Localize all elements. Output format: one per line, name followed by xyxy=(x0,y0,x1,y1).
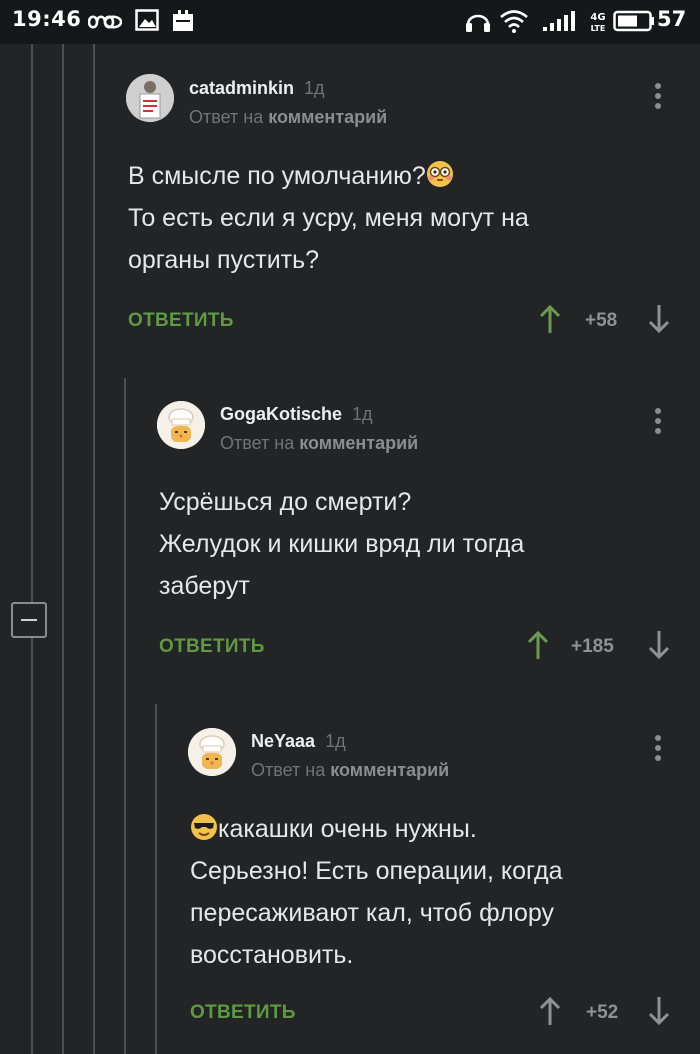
comment-line: То есть если я усру, меня могут на xyxy=(128,204,529,232)
reply-to-line: Ответ на комментарий xyxy=(220,433,418,454)
comment-line: Усрёшься до смерти? xyxy=(159,488,412,516)
user-photo-avatar-icon xyxy=(126,74,174,122)
username[interactable]: GogaKotische 1д xyxy=(220,404,373,425)
comment-body: какашки очень нужны. Серьезно! Есть опер… xyxy=(190,808,563,976)
status-bar: 19:46 4G LTE 57 xyxy=(0,0,700,44)
headphones-icon xyxy=(466,14,490,32)
infinity-icon xyxy=(88,15,122,29)
reply-button[interactable]: ОТВЕТИТЬ xyxy=(190,1002,296,1024)
upvote-arrow-icon[interactable] xyxy=(538,996,562,1026)
signal-bars-icon xyxy=(543,11,575,31)
flushed-face-emoji-icon xyxy=(426,161,453,187)
reply-prefix: Ответ на xyxy=(251,760,326,780)
svg-text:4G: 4G xyxy=(590,12,605,23)
chef-cat-avatar-icon xyxy=(157,401,205,449)
username-text[interactable]: catadminkin xyxy=(189,78,294,98)
thread-line-2 xyxy=(62,44,64,1054)
comment-body: В смысле по умолчанию? То есть если я ус… xyxy=(128,155,529,281)
username-text[interactable]: NeYaaa xyxy=(251,731,315,751)
reply-button[interactable]: ОТВЕТИТЬ xyxy=(159,636,265,658)
comment-line: Серьезно! Есть операции, когда xyxy=(190,857,563,885)
comment-line: органы пустить? xyxy=(128,246,320,274)
wifi-icon xyxy=(500,10,528,33)
username[interactable]: catadminkin 1д xyxy=(189,78,325,99)
reply-prefix: Ответ на xyxy=(220,433,295,453)
battery-level: 57 xyxy=(657,7,687,31)
downvote-arrow-icon[interactable] xyxy=(647,996,671,1026)
collapse-thread-button[interactable] xyxy=(11,602,47,638)
comment-body: Усрёшься до смерти? Желудок и кишки вряд… xyxy=(159,481,524,607)
comment-thread-screen: 19:46 4G LTE 57 catadminkin 1д Ответ на … xyxy=(0,0,700,1054)
reply-target-link[interactable]: комментарий xyxy=(268,107,387,127)
downvote-arrow-icon[interactable] xyxy=(647,630,671,660)
downvote-arrow-icon[interactable] xyxy=(647,304,671,334)
comment-line: какашки очень нужны. xyxy=(218,815,477,843)
battery-icon xyxy=(613,10,654,32)
avatar[interactable] xyxy=(126,74,174,122)
comment-line: заберут xyxy=(159,572,250,600)
thread-line-4 xyxy=(124,378,126,1054)
reply-target-link[interactable]: комментарий xyxy=(299,433,418,453)
rating-count: +58 xyxy=(585,310,618,331)
comment-line: восстановить. xyxy=(190,941,354,969)
status-time: 19:46 xyxy=(12,7,82,31)
reply-button[interactable]: ОТВЕТИТЬ xyxy=(128,310,234,332)
image-icon xyxy=(135,9,159,31)
username[interactable]: NeYaaa 1д xyxy=(251,731,346,752)
comment-line: Желудок и кишки вряд ли тогда xyxy=(159,530,525,558)
avatar[interactable] xyxy=(188,728,236,776)
comment-age: 1д xyxy=(325,731,346,751)
avatar[interactable] xyxy=(157,401,205,449)
thread-line-1 xyxy=(31,44,33,1054)
rating-count: +52 xyxy=(586,1002,619,1023)
upvote-arrow-icon[interactable] xyxy=(526,630,550,660)
reply-prefix: Ответ на xyxy=(189,107,264,127)
svg-text:LTE: LTE xyxy=(591,24,606,33)
more-options-icon[interactable] xyxy=(655,83,661,113)
comment-line: В смысле по умолчанию? xyxy=(128,162,426,190)
username-text[interactable]: GogaKotische xyxy=(220,404,342,424)
rating-count: +185 xyxy=(571,636,614,657)
reply-target-link[interactable]: комментарий xyxy=(330,760,449,780)
thread-line-5 xyxy=(155,704,157,1054)
sunglasses-face-emoji-icon xyxy=(191,814,217,840)
reply-to-line: Ответ на комментарий xyxy=(189,107,387,128)
comment-line: пересаживают кал, чтоб флору xyxy=(190,899,554,927)
lte-icon: 4G LTE xyxy=(590,12,606,33)
thread-line-3 xyxy=(93,44,95,1054)
more-options-icon[interactable] xyxy=(655,735,661,765)
chef-cat-avatar-icon xyxy=(188,728,236,776)
reply-to-line: Ответ на комментарий xyxy=(251,760,449,781)
upvote-arrow-icon[interactable] xyxy=(538,304,562,334)
briefcase-icon xyxy=(173,10,193,31)
comment-age: 1д xyxy=(304,78,325,98)
more-options-icon[interactable] xyxy=(655,408,661,438)
comment-age: 1д xyxy=(352,404,373,424)
